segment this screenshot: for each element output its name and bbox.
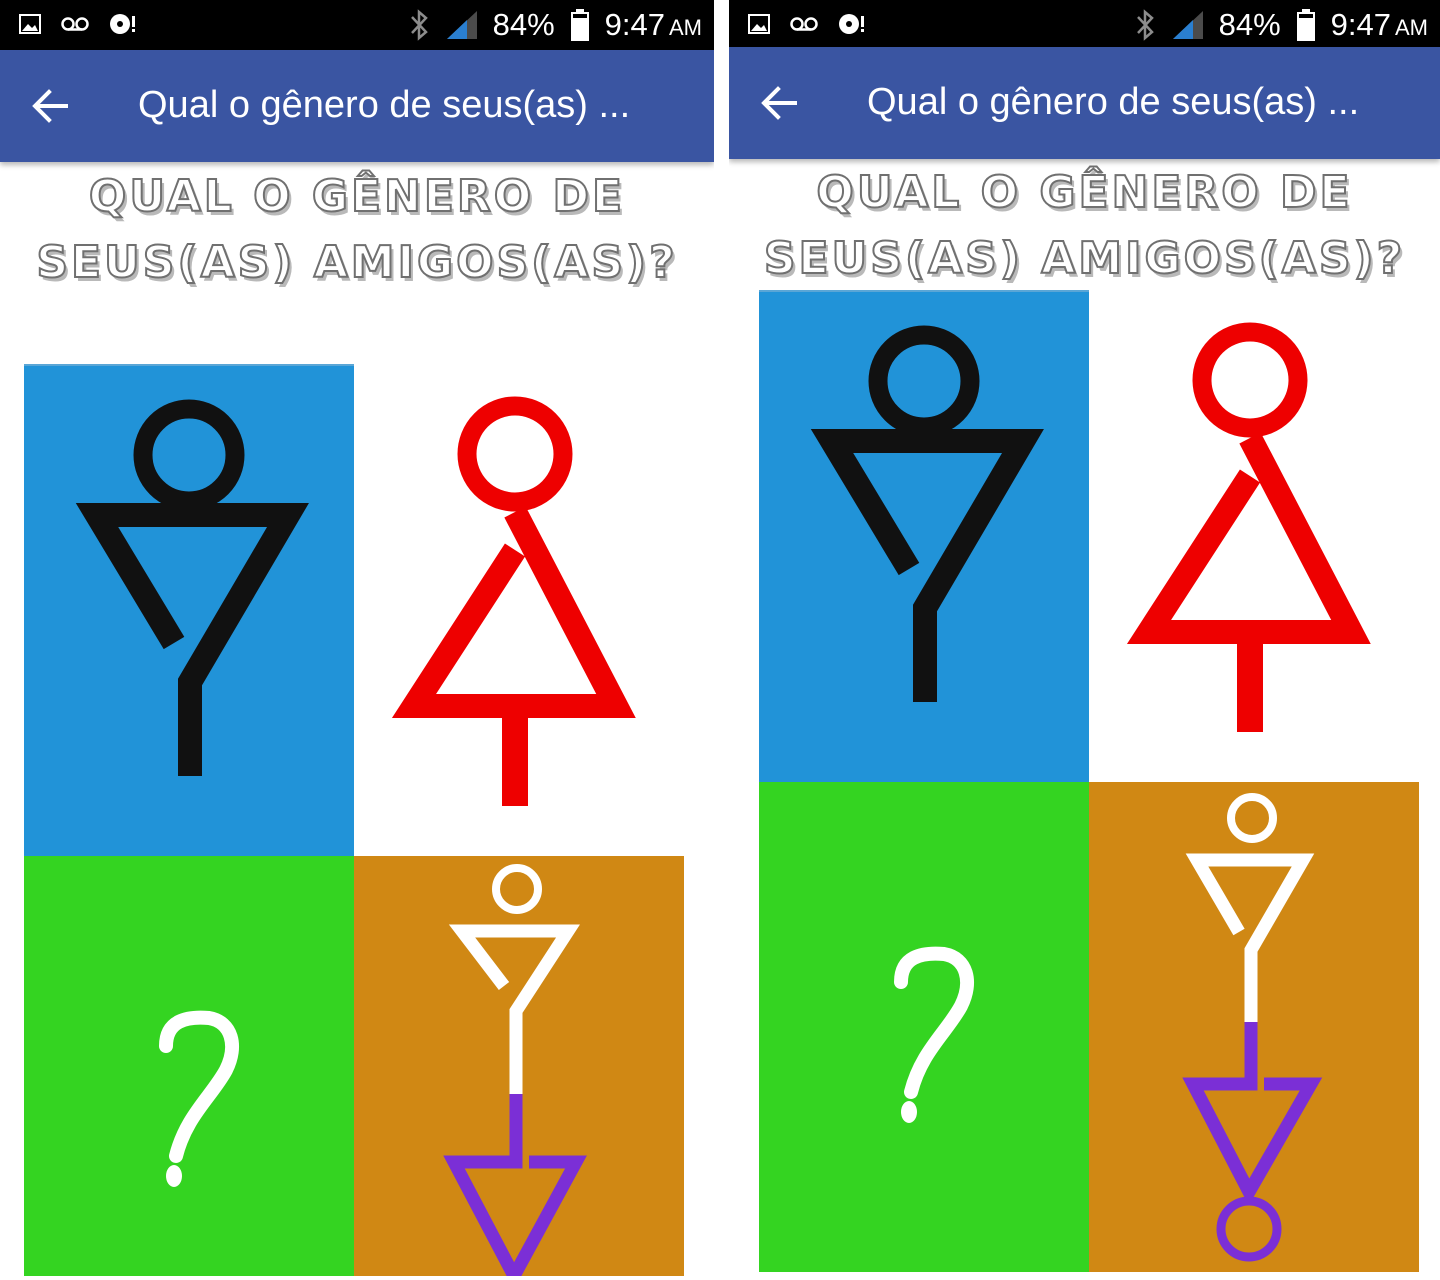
status-bar: 84% 9:47 AM	[0, 0, 714, 50]
disc-alert-icon	[837, 12, 867, 36]
male-symbol-icon	[810, 325, 1044, 702]
female-symbol-icon	[391, 396, 636, 806]
battery-percent: 84%	[492, 7, 555, 42]
voicemail-icon	[60, 15, 90, 33]
phone-screen-2: 84% 9:47 AM Qual o gênero de seus(as) ...…	[729, 0, 1440, 1280]
combined-gender-symbol-icon	[443, 864, 587, 1276]
clock-ampm: AM	[1395, 15, 1428, 40]
question-heading: QUAL O GÊNERO DE SEUS(AS) AMIGOS(AS)?	[729, 160, 1440, 292]
signal-icon	[445, 9, 479, 41]
image-icon	[18, 13, 42, 35]
question-line-1: QUAL O GÊNERO DE	[815, 166, 1353, 219]
male-option[interactable]	[759, 290, 1089, 782]
battery-icon	[1295, 8, 1317, 42]
battery-percent: 84%	[1218, 7, 1281, 42]
unknown-option[interactable]	[759, 782, 1089, 1272]
other-option[interactable]	[1089, 782, 1419, 1272]
app-bar-title: Qual o gênero de seus(as) ...	[138, 84, 631, 126]
question-mark-icon	[894, 946, 975, 1123]
battery-icon	[569, 8, 591, 42]
clock: 9:47 AM	[1331, 7, 1428, 43]
question-line-2: SEUS(AS) AMIGOS(AS)?	[763, 232, 1406, 285]
question-line-2: SEUS(AS) AMIGOS(AS)?	[35, 236, 678, 289]
arrow-left-icon	[32, 89, 68, 123]
clock-ampm: AM	[669, 15, 702, 40]
other-option[interactable]	[354, 856, 684, 1276]
male-symbol-icon	[75, 399, 309, 776]
signal-icon	[1171, 9, 1205, 41]
combined-gender-symbol-icon	[1182, 793, 1323, 1262]
bluetooth-icon	[1133, 8, 1157, 42]
app-bar: Qual o gênero de seus(as) ...	[729, 47, 1440, 159]
female-option[interactable]	[1089, 290, 1419, 782]
male-option[interactable]	[24, 364, 354, 856]
status-bar: 84% 9:47 AM	[729, 0, 1440, 50]
app-bar-title: Qual o gênero de seus(as) ...	[867, 81, 1360, 123]
clock-time: 9:47	[1330, 7, 1391, 42]
female-option[interactable]	[354, 364, 684, 856]
question-line-1: QUAL O GÊNERO DE	[88, 170, 626, 223]
question-heading: QUAL O GÊNERO DE SEUS(AS) AMIGOS(AS)?	[0, 164, 714, 296]
back-button[interactable]	[30, 86, 70, 126]
question-mark-icon	[159, 1010, 240, 1187]
back-button[interactable]	[759, 83, 799, 123]
disc-alert-icon	[108, 12, 138, 36]
voicemail-icon	[789, 15, 819, 33]
clock: 9:47 AM	[605, 7, 702, 43]
clock-time: 9:47	[604, 7, 665, 42]
image-icon	[747, 13, 771, 35]
phone-screen-1: 84% 9:47 AM Qual o gênero de seus(as) ...…	[0, 0, 714, 1280]
unknown-option[interactable]	[24, 856, 354, 1276]
bluetooth-icon	[407, 8, 431, 42]
female-symbol-icon	[1126, 322, 1371, 732]
arrow-left-icon	[761, 86, 797, 120]
app-bar: Qual o gênero de seus(as) ...	[0, 50, 714, 162]
